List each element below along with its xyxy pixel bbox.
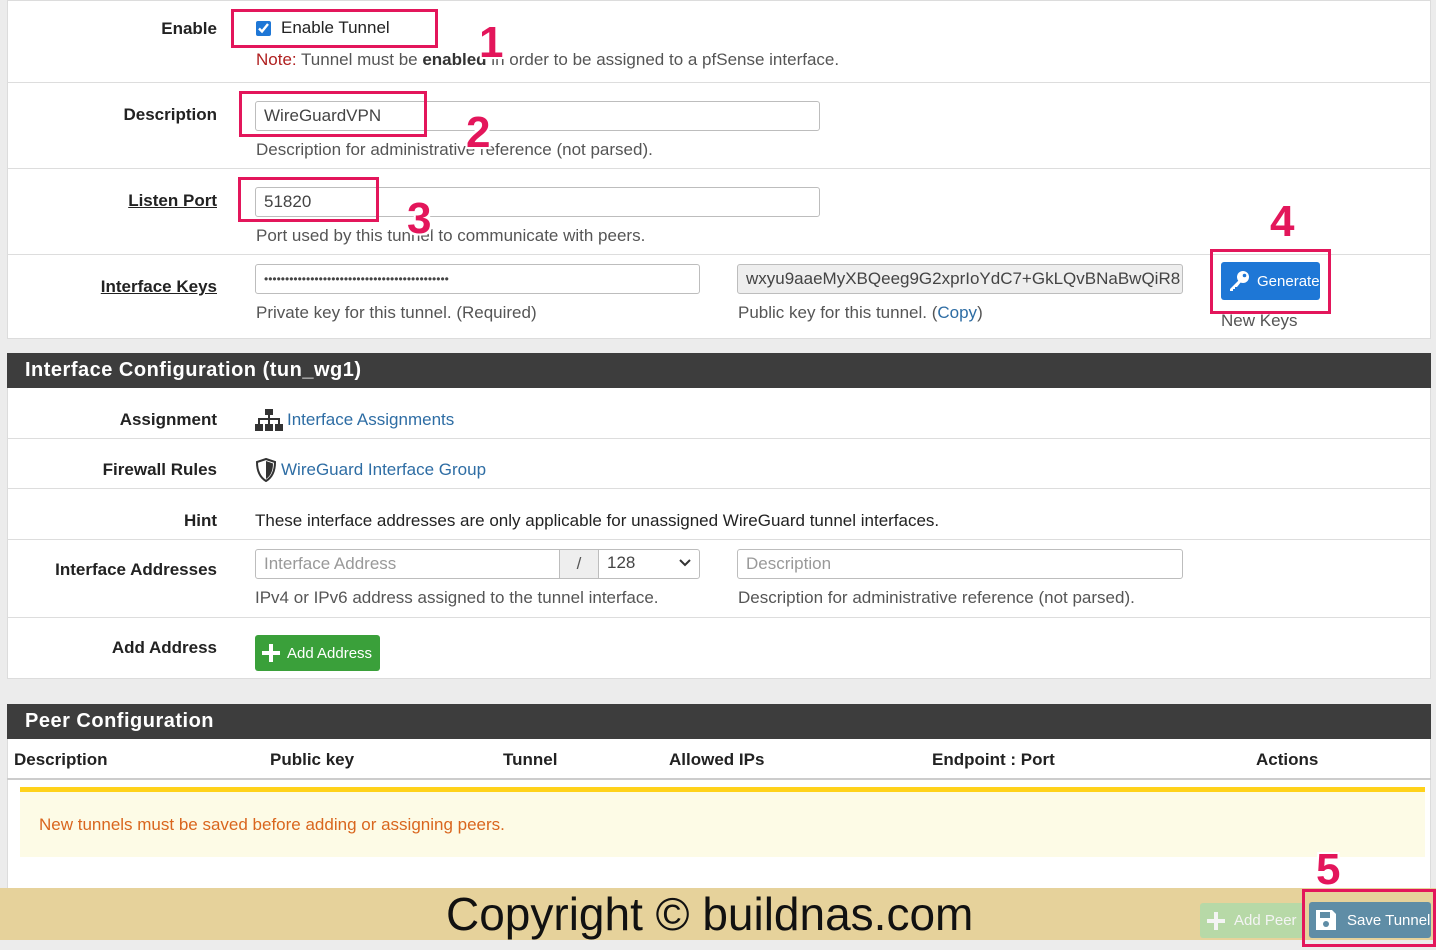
address-description-input[interactable]: Description — [737, 549, 1183, 579]
assignment-label: Assignment — [119, 410, 217, 429]
cidr-select-value: 128 — [607, 553, 636, 572]
annotation-box-2 — [239, 91, 427, 137]
private-key-help: Private key for this tunnel. (Required) — [256, 303, 537, 322]
enable-note: Note: Tunnel must be enabled in order to… — [256, 50, 839, 70]
public-key-input[interactable]: wxyu9aaeMyXBQeeg9G2xprIoYdC7+GkLQvBNaBwQ… — [737, 264, 1183, 294]
add-peer-button[interactable]: Add Peer — [1200, 903, 1304, 938]
interface-keys-label[interactable]: Interface Keys — [101, 277, 217, 297]
peer-column-description: Description — [14, 750, 108, 769]
peer-column-actions: Actions — [1256, 750, 1319, 769]
plus-icon — [262, 644, 280, 662]
address-slash-addon: / — [559, 549, 599, 579]
interface-address-input[interactable]: Interface Address — [255, 549, 560, 579]
interface-assignments-link[interactable]: Interface Assignments — [287, 410, 454, 430]
peer-configuration-header: Peer Configuration — [7, 704, 1431, 739]
copyright-watermark: Copyright © buildnas.com — [446, 888, 974, 940]
peer-column-allowed-ips: Allowed IPs — [669, 750, 765, 769]
firewall-rules-label: Firewall Rules — [102, 460, 217, 479]
wireguard-interface-group-link[interactable]: WireGuard Interface Group — [281, 460, 486, 480]
address-description-help: Description for administrative reference… — [738, 588, 1135, 607]
peer-warning-text: New tunnels must be saved before adding … — [39, 815, 505, 834]
hint-label: Hint — [183, 511, 217, 530]
peer-column-public-key: Public key — [270, 750, 355, 769]
add-address-label: Add Address — [111, 638, 217, 657]
enable-note-pre: Tunnel must be — [296, 50, 423, 69]
sitemap-icon — [255, 409, 283, 431]
table-header-divider — [7, 778, 1431, 780]
annotation-box-1 — [231, 9, 438, 48]
public-key-help: Public key for this tunnel. (Copy) — [738, 303, 983, 323]
divider — [7, 488, 1431, 489]
listen-port-label[interactable]: Listen Port — [128, 191, 217, 211]
public-key-help-pre: Public key for this tunnel. ( — [738, 303, 938, 322]
annotation-number-3: 3 — [407, 194, 432, 243]
interface-configuration-header: Interface Configuration (tun_wg1) — [7, 353, 1431, 388]
description-help: Description for administrative reference… — [256, 140, 653, 159]
divider — [7, 539, 1431, 540]
hint-text: These interface addresses are only appli… — [255, 511, 940, 530]
annotation-number-5: 5 — [1316, 845, 1341, 894]
divider — [7, 82, 1431, 83]
cidr-select[interactable]: 128 — [598, 549, 700, 579]
interface-configuration-panel — [7, 388, 1431, 679]
divider — [7, 617, 1431, 618]
add-address-button[interactable]: Add Address — [255, 635, 380, 671]
enable-note-bold: enabled — [422, 50, 487, 69]
annotation-box-5 — [1302, 889, 1436, 947]
annotation-number-2: 2 — [466, 108, 491, 157]
enable-note-prefix: Note: — [256, 50, 297, 69]
interface-addresses-label: Interface Addresses — [55, 560, 217, 579]
public-key-help-post: ) — [977, 303, 983, 322]
chevron-down-icon — [679, 559, 691, 567]
divider — [7, 438, 1431, 439]
peer-column-tunnel: Tunnel — [503, 750, 558, 769]
enable-label: Enable — [161, 19, 217, 38]
listen-port-help: Port used by this tunnel to communicate … — [256, 226, 646, 245]
private-key-input[interactable]: ••••••••••••••••••••••••••••••••••••••••… — [255, 264, 700, 294]
description-label: Description — [123, 105, 217, 124]
annotation-number-4: 4 — [1270, 197, 1295, 246]
annotation-box-4 — [1210, 249, 1331, 314]
add-address-button-label: Add Address — [287, 644, 373, 662]
peer-column-endpoint-port: Endpoint : Port — [932, 750, 1055, 769]
address-help: IPv4 or IPv6 address assigned to the tun… — [255, 588, 659, 607]
divider — [7, 168, 1431, 169]
new-keys-help: New Keys — [1221, 311, 1298, 330]
shield-icon — [256, 458, 276, 482]
annotation-box-3 — [238, 177, 379, 222]
annotation-number-1: 1 — [479, 18, 504, 67]
copy-public-key-link[interactable]: Copy — [937, 303, 977, 322]
add-peer-button-label: Add Peer — [1234, 912, 1297, 929]
plus-icon — [1207, 911, 1225, 930]
enable-note-post: in order to be assigned to a pfSense int… — [486, 50, 840, 69]
